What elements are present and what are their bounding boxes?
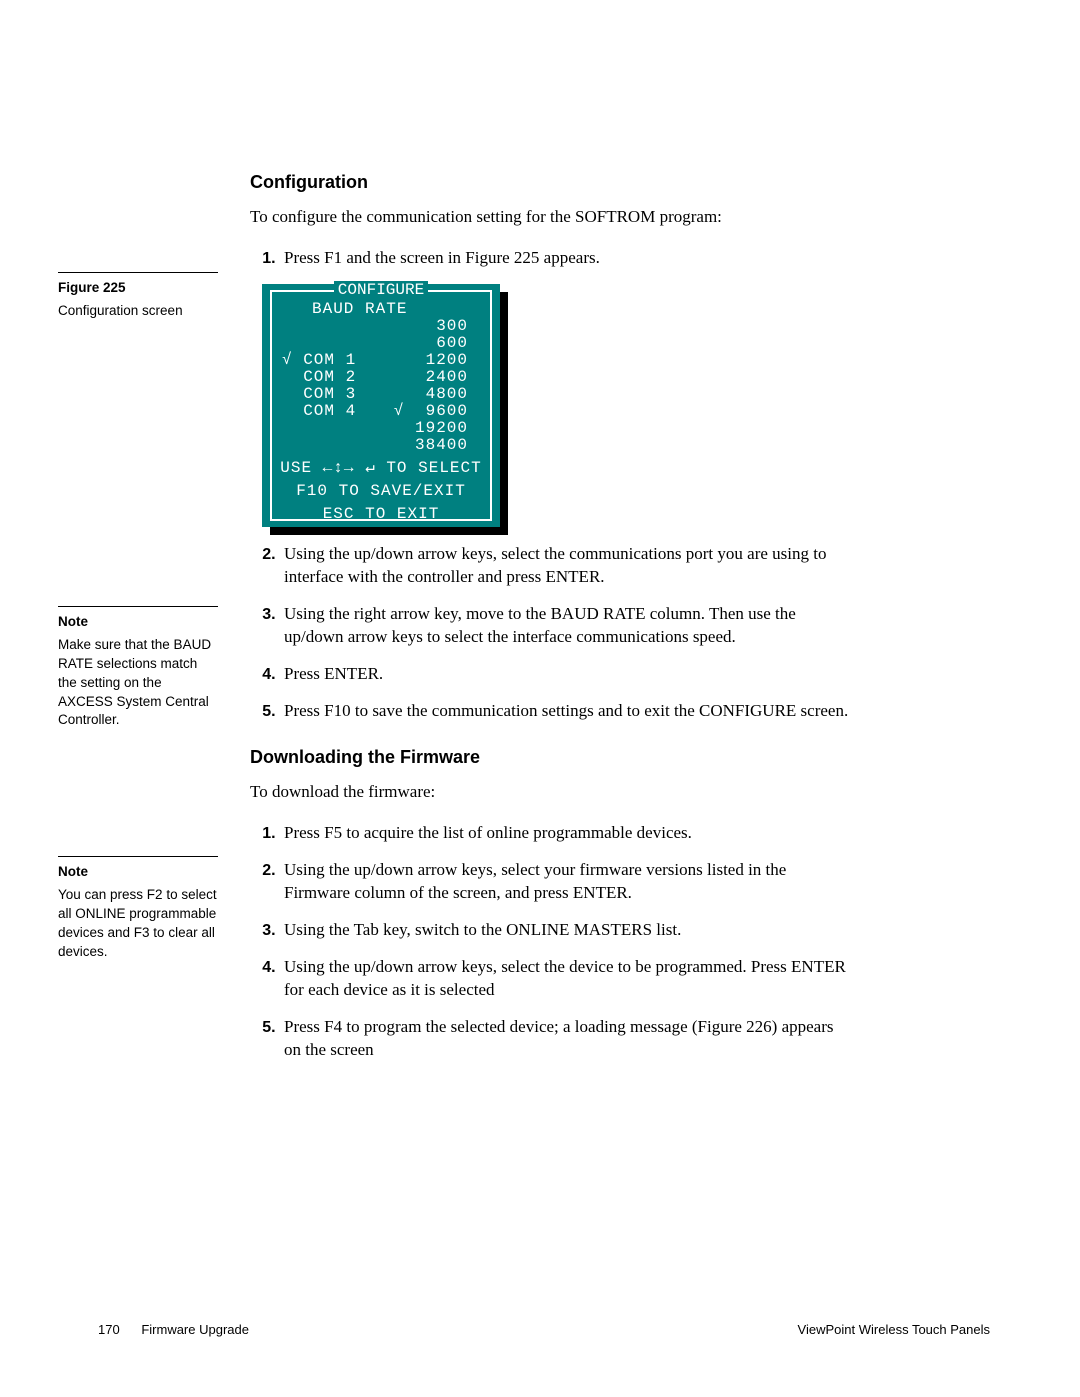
note-label: Note (58, 613, 218, 632)
list-item: Press F5 to acquire the list of online p… (280, 822, 850, 845)
baud-rate-row: 2400 (377, 369, 468, 386)
com-port-row: COM 2 (282, 369, 377, 386)
list-item: Press F1 and the screen in Figure 225 ap… (280, 247, 850, 270)
com-port-column: √ COM 1 COM 2 COM 3 COM 4 (282, 318, 377, 454)
footer-section: Firmware Upgrade (141, 1322, 249, 1337)
list-item: Using the up/down arrow keys, select you… (280, 859, 850, 905)
baud-rate-column: 300 600 1200 2400 4800√ 9600 19200 38400 (377, 318, 486, 454)
com-port-row: COM 4 (282, 403, 377, 420)
figure-caption: Configuration screen (58, 302, 218, 321)
firmware-intro: To download the firmware: (250, 781, 850, 804)
heading-firmware: Downloading the Firmware (250, 745, 850, 769)
figure-label: Figure 225 (58, 279, 218, 298)
note-block-2: Note You can press F2 to select all ONLI… (58, 856, 218, 961)
baud-rate-row: 1200 (377, 352, 468, 369)
config-intro: To configure the communication setting f… (250, 206, 850, 229)
heading-configuration: Configuration (250, 170, 850, 194)
configure-subtitle: BAUD RATE (276, 301, 486, 318)
configure-title: CONFIGURE (334, 281, 428, 299)
page-number: 170 (98, 1322, 120, 1337)
note-text: You can press F2 to select all ONLINE pr… (58, 886, 218, 962)
figure-caption-block: Figure 225 Configuration screen (58, 272, 218, 321)
configure-hint-3: ESC TO EXIT (276, 506, 486, 523)
configure-screen-figure: CONFIGURE BAUD RATE √ COM 1 COM 2 COM 3 … (262, 284, 512, 527)
config-steps-list-cont: Using the up/down arrow keys, select the… (250, 543, 850, 723)
baud-rate-row: 600 (377, 335, 468, 352)
config-steps-list: Press F1 and the screen in Figure 225 ap… (250, 247, 850, 270)
configure-hint-1: USE ←↕→ ↵ TO SELECT (276, 460, 486, 477)
baud-rate-row: 4800 (377, 386, 468, 403)
com-port-row: COM 3 (282, 386, 377, 403)
footer-product: ViewPoint Wireless Touch Panels (798, 1322, 990, 1337)
baud-rate-row: 300 (377, 318, 468, 335)
baud-rate-row: 38400 (377, 437, 468, 454)
baud-rate-row: √ 9600 (377, 403, 468, 420)
com-port-row: √ COM 1 (282, 352, 377, 369)
note-label: Note (58, 863, 218, 882)
page-footer: 170 Firmware Upgrade ViewPoint Wireless … (98, 1322, 990, 1337)
list-item: Press F10 to save the communication sett… (280, 700, 850, 723)
list-item: Using the up/down arrow keys, select the… (280, 543, 850, 589)
note-text: Make sure that the BAUD RATE selections … (58, 636, 218, 730)
note-block-1: Note Make sure that the BAUD RATE select… (58, 606, 218, 730)
list-item: Press F4 to program the selected device;… (280, 1016, 850, 1062)
firmware-steps-list: Press F5 to acquire the list of online p… (250, 822, 850, 1062)
list-item: Using the Tab key, switch to the ONLINE … (280, 919, 850, 942)
list-item: Press ENTER. (280, 663, 850, 686)
list-item: Using the up/down arrow keys, select the… (280, 956, 850, 1002)
list-item: Using the right arrow key, move to the B… (280, 603, 850, 649)
baud-rate-row: 19200 (377, 420, 468, 437)
configure-hint-2: F10 TO SAVE/EXIT (276, 483, 486, 500)
